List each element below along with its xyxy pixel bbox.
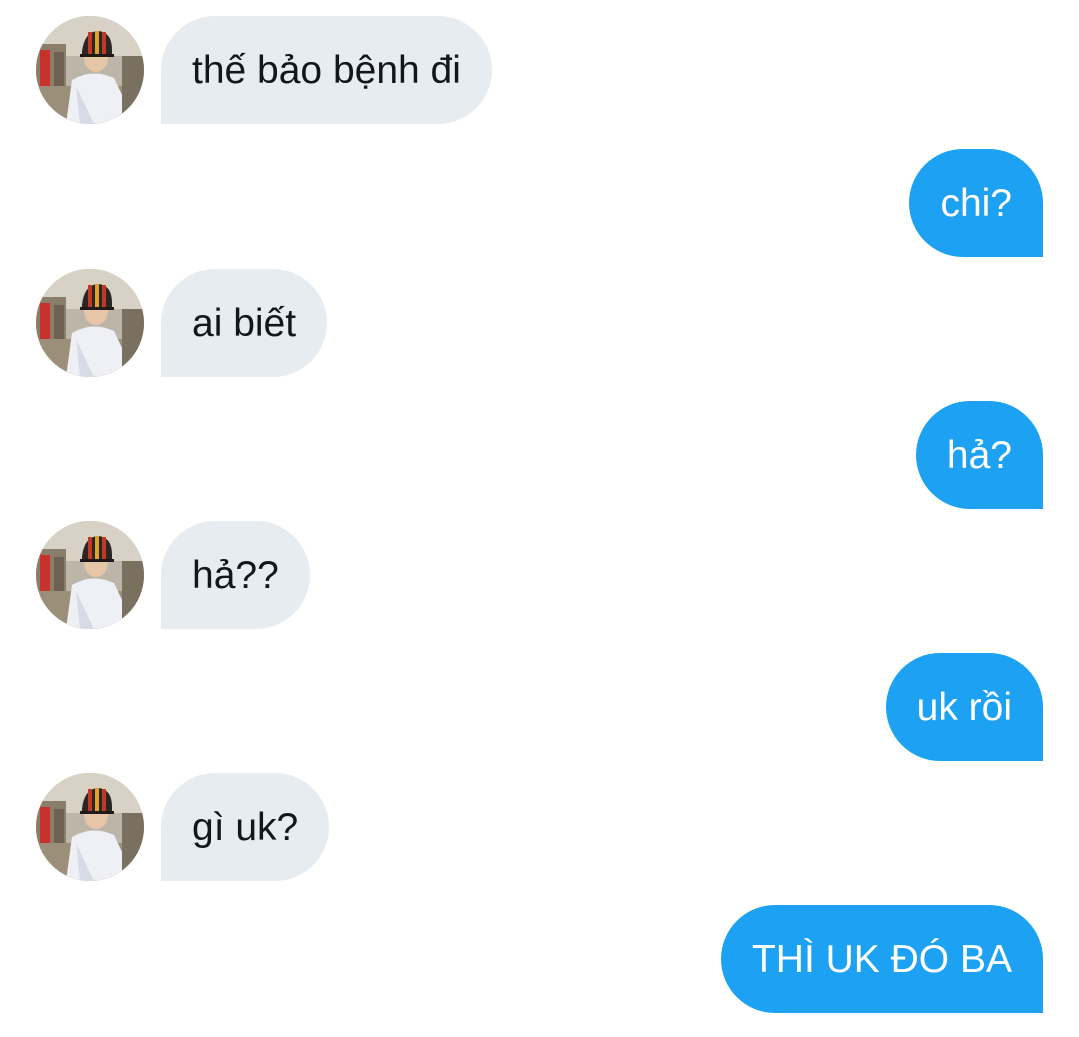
message-thread: thế bảo bệnh đi chi? ai biết hả? hả?? uk… — [0, 0, 1079, 1037]
message-row-incoming: ai biết — [0, 269, 1079, 377]
message-row-outgoing: hả? — [0, 401, 1079, 509]
incoming-message-bubble[interactable]: ai biết — [161, 269, 328, 377]
outgoing-message-bubble[interactable]: uk rồi — [885, 653, 1043, 761]
outgoing-message-bubble[interactable]: THÌ UK ĐÓ BA — [720, 905, 1043, 1013]
message-row-incoming: hả?? — [0, 521, 1079, 629]
contact-avatar[interactable] — [36, 521, 144, 629]
outgoing-message-bubble[interactable]: hả? — [915, 401, 1043, 509]
incoming-message-bubble[interactable]: hả?? — [161, 521, 310, 629]
message-row-incoming: gì uk? — [0, 773, 1079, 881]
avatar-photo-icon — [36, 16, 144, 124]
contact-avatar[interactable] — [36, 269, 144, 377]
contact-avatar[interactable] — [36, 16, 144, 124]
message-row-outgoing: THÌ UK ĐÓ BA — [0, 905, 1079, 1013]
outgoing-message-bubble[interactable]: chi? — [909, 149, 1043, 257]
message-row-incoming: thế bảo bệnh đi — [0, 16, 1079, 124]
message-row-outgoing: uk rồi — [0, 653, 1079, 761]
incoming-message-bubble[interactable]: thế bảo bệnh đi — [161, 16, 492, 124]
avatar-photo-icon — [36, 773, 144, 881]
avatar-photo-icon — [36, 521, 144, 629]
incoming-message-bubble[interactable]: gì uk? — [161, 773, 330, 881]
contact-avatar[interactable] — [36, 773, 144, 881]
message-row-outgoing: chi? — [0, 149, 1079, 257]
avatar-photo-icon — [36, 269, 144, 377]
